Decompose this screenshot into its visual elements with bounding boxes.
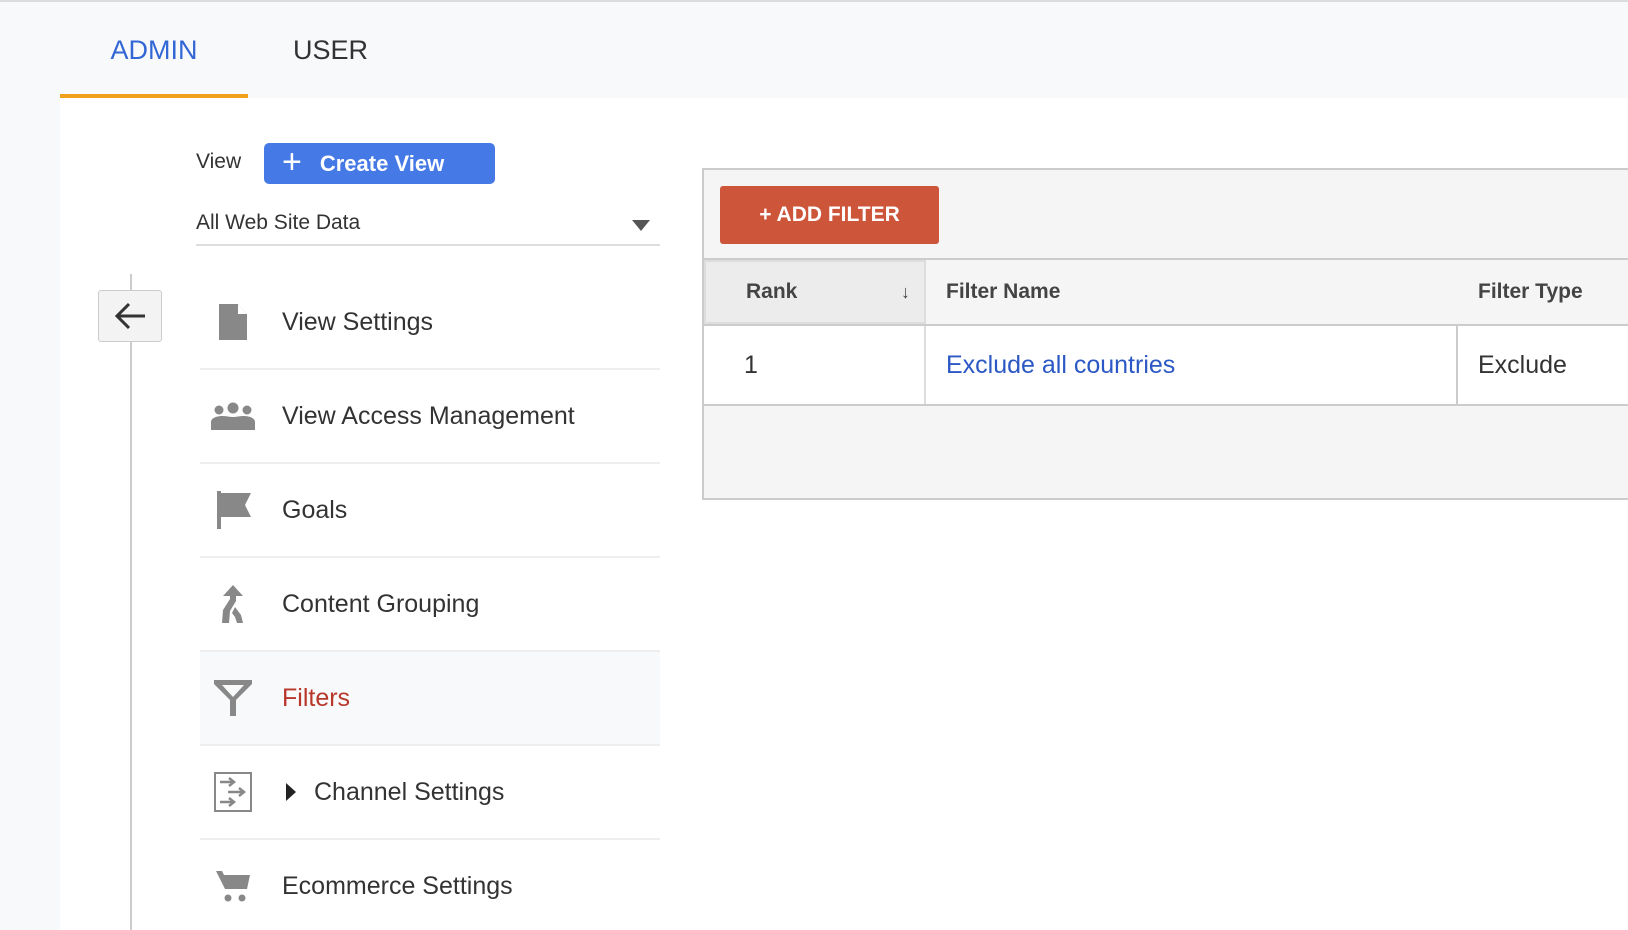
tab-admin[interactable]: ADMIN	[60, 2, 248, 98]
nav-label: Filters	[282, 683, 351, 712]
table-row: 1 Exclude all countries Exclude	[704, 326, 1628, 406]
nav-label: View Access Management	[282, 401, 575, 430]
flag-icon	[217, 491, 251, 529]
nav-item-goals[interactable]: Goals	[200, 464, 660, 558]
view-label: View	[196, 150, 242, 173]
arrow-left-icon	[114, 302, 145, 330]
nav-item-view-settings[interactable]: View Settings	[200, 276, 660, 370]
cell-filter-type: Exclude	[1478, 350, 1567, 379]
channel-icon	[214, 772, 252, 812]
view-selected-value: All Web Site Data	[196, 211, 361, 234]
filter-icon	[214, 680, 252, 716]
cell-rank: 1	[704, 326, 926, 404]
people-icon	[211, 402, 255, 430]
nav-label: View Settings	[282, 307, 434, 336]
admin-panel: View + Create View All Web Site Data Vie…	[60, 98, 1628, 930]
tab-user[interactable]: USER	[248, 2, 413, 98]
filter-name-link[interactable]: Exclude all countries	[926, 326, 1458, 404]
nav-label: Content Grouping	[282, 589, 480, 618]
expand-triangle-icon[interactable]	[286, 783, 296, 801]
back-button[interactable]	[98, 290, 162, 342]
create-view-label: Create View	[319, 150, 445, 176]
sort-down-icon: ↓	[901, 281, 910, 302]
filters-panel: + ADD FILTER Rank ↓ Filter Name Filter T…	[702, 168, 1628, 500]
cart-icon	[216, 871, 250, 902]
tab-bar: ADMIN USER	[60, 2, 413, 98]
create-view-button[interactable]: + Create View	[264, 143, 495, 184]
column-divider	[130, 274, 132, 930]
nav-item-channel-settings[interactable]: Channel Settings	[200, 746, 660, 840]
nav-item-filters[interactable]: Filters	[200, 652, 660, 746]
nav-label: Ecommerce Settings	[282, 871, 513, 900]
nav-item-view-access-management[interactable]: View Access Management	[200, 370, 660, 464]
nav-item-content-grouping[interactable]: Content Grouping	[200, 558, 660, 652]
column-header-rank[interactable]: Rank ↓	[704, 260, 926, 324]
merge-icon	[222, 585, 243, 623]
add-filter-button[interactable]: + ADD FILTER	[720, 186, 939, 244]
nav-item-ecommerce-settings[interactable]: Ecommerce Settings	[200, 840, 660, 930]
nav-label: Channel Settings	[314, 777, 505, 806]
plus-icon: +	[282, 143, 302, 181]
column-header-filter-type[interactable]: Filter Type	[1458, 260, 1583, 324]
column-header-filter-name[interactable]: Filter Name	[926, 260, 1458, 324]
table-header: Rank ↓ Filter Name Filter Type	[704, 258, 1628, 326]
view-selector[interactable]: All Web Site Data	[196, 202, 660, 246]
nav-label: Goals	[282, 495, 348, 524]
filters-table: Rank ↓ Filter Name Filter Type 1 Exclude…	[704, 258, 1628, 406]
view-nav: View Settings View Access Management Goa…	[200, 276, 660, 930]
dropdown-caret-icon	[632, 220, 650, 231]
document-icon	[219, 304, 247, 340]
